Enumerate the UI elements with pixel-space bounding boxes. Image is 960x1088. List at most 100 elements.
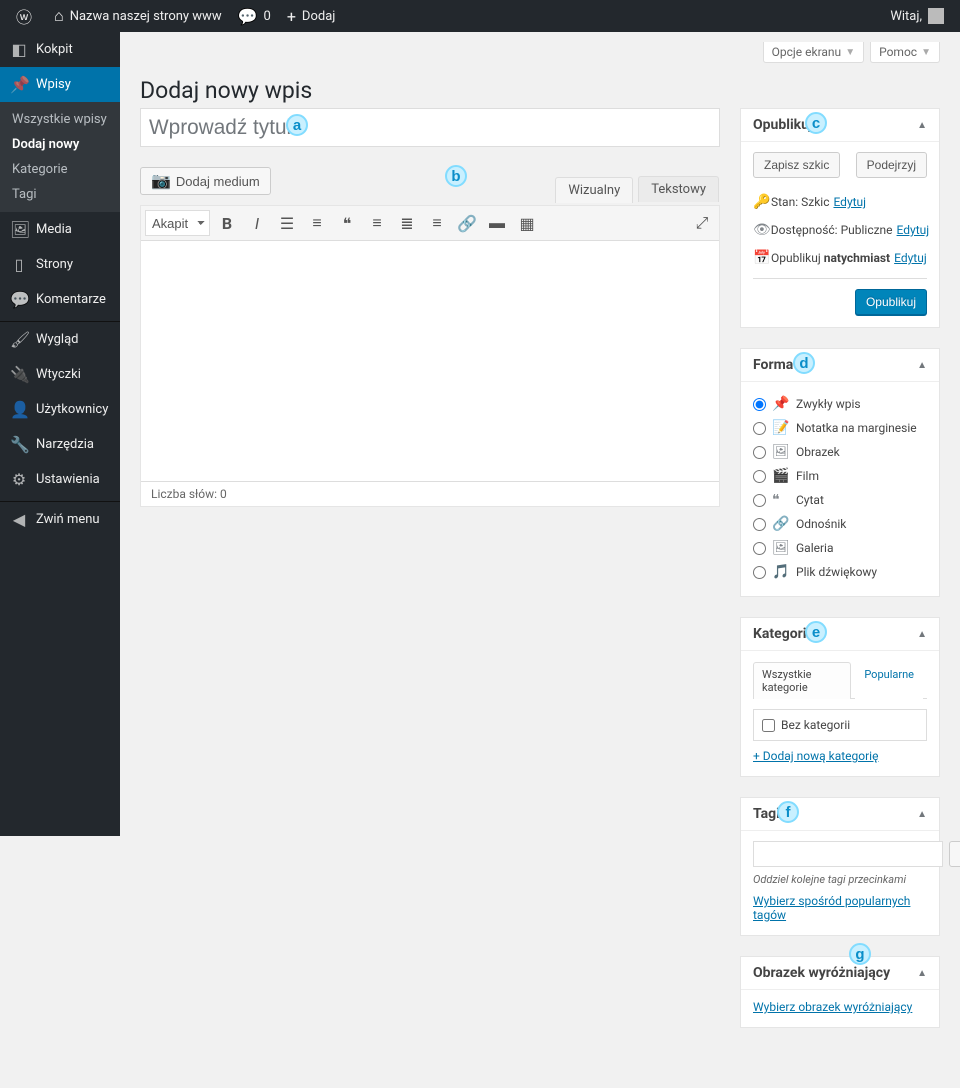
category-tab-popular[interactable]: Popularne [855, 662, 923, 699]
submenu-posts: Wszystkie wpisy Dodaj nowy Kategorie Tag… [0, 102, 120, 212]
chevron-down-icon: ▼ [845, 47, 855, 58]
category-tab-all[interactable]: Wszystkie kategorie [753, 662, 851, 699]
link-icon: 🔗 [772, 516, 790, 532]
format-radio-gallery[interactable] [753, 542, 766, 555]
add-new-link[interactable]: +Dodaj [279, 0, 344, 32]
menu-media[interactable]: 🖼Media [0, 212, 120, 247]
note-icon: 📝 [772, 420, 790, 436]
bullet-list-button[interactable]: ☰ [273, 209, 301, 237]
comment-icon: 💬 [10, 290, 28, 309]
editor-tab-text[interactable]: Tekstowy [638, 176, 719, 202]
more-button[interactable]: ▬ [483, 209, 511, 237]
menu-posts[interactable]: 📌Wpisy [0, 67, 120, 102]
fullscreen-button[interactable]: ⤢ [688, 209, 716, 237]
add-tag-button[interactable]: Dodaj [949, 841, 960, 867]
link-button[interactable]: 🔗 [453, 209, 481, 237]
callout-a: a [286, 114, 308, 136]
post-title-input[interactable] [140, 108, 720, 147]
menu-collapse[interactable]: ◀Zwiń menu [0, 502, 120, 537]
collapse-icon: ◀ [10, 510, 28, 529]
edit-schedule-link[interactable]: Edytuj [894, 251, 927, 265]
format-radio-audio[interactable] [753, 566, 766, 579]
tags-title[interactable]: Tagi▲ [741, 798, 939, 831]
submenu-categories[interactable]: Kategorie [0, 157, 120, 182]
submenu-tags[interactable]: Tagi [0, 182, 120, 207]
chevron-down-icon: ▼ [921, 47, 931, 58]
save-draft-button[interactable]: Zapisz szkic [753, 152, 840, 178]
image-icon: 🖼 [772, 444, 790, 460]
chevron-up-icon: ▲ [917, 968, 927, 979]
wp-logo[interactable]: ⓦ [8, 0, 46, 32]
pin-icon: 📌 [772, 396, 790, 412]
preview-button[interactable]: Podejrzyj [856, 152, 927, 178]
format-select[interactable]: Akapit [145, 210, 210, 236]
submenu-all-posts[interactable]: Wszystkie wpisy [0, 107, 120, 132]
editor-tab-visual[interactable]: Wizualny [555, 177, 633, 203]
add-media-button[interactable]: 📷Dodaj medium [140, 167, 271, 195]
menu-tools[interactable]: 🔧Narzędzia [0, 427, 120, 462]
format-radio-video[interactable] [753, 470, 766, 483]
chevron-up-icon: ▲ [917, 629, 927, 640]
category-checkbox[interactable] [762, 719, 775, 732]
admin-sidebar: ◧Kokpit 📌Wpisy Wszystkie wpisy Dodaj now… [0, 32, 120, 836]
page-icon: ▯ [10, 255, 28, 274]
set-featured-image-link[interactable]: Wybierz obrazek wyróżniający [753, 1000, 912, 1014]
visibility-row: 👁Dostępność: PubliczneEdytuj [753, 216, 927, 244]
menu-comments[interactable]: 💬Komentarze [0, 282, 120, 317]
audio-icon: 🎵 [772, 564, 790, 580]
greeting-link[interactable]: Witaj, [882, 0, 952, 32]
tag-input[interactable] [753, 841, 943, 867]
toolbar-toggle-button[interactable]: ▦ [513, 209, 541, 237]
menu-appearance[interactable]: 🖌Wygląd [0, 322, 120, 357]
submenu-add-new[interactable]: Dodaj nowy [0, 132, 120, 157]
align-center-button[interactable]: ≣ [393, 209, 421, 237]
callout-e: e [805, 621, 827, 643]
format-radio-image[interactable] [753, 446, 766, 459]
popular-tags-link[interactable]: Wybierz spośród popularnych tagów [753, 894, 927, 922]
user-icon: 👤 [10, 400, 28, 419]
menu-settings[interactable]: ⚙Ustawienia [0, 462, 120, 497]
number-list-button[interactable]: ≡ [303, 209, 331, 237]
dashboard-icon: ◧ [10, 40, 28, 59]
category-list: Bez kategorii [753, 709, 927, 741]
format-radio-quote[interactable] [753, 494, 766, 507]
quote-button[interactable]: ❝ [333, 209, 361, 237]
key-icon: 🔑 [753, 194, 771, 210]
add-category-link[interactable]: + Dodaj nową kategorię [753, 749, 878, 763]
menu-pages[interactable]: ▯Strony [0, 247, 120, 282]
italic-button[interactable]: I [243, 209, 271, 237]
align-right-button[interactable]: ≡ [423, 209, 451, 237]
status-row: 🔑Stan: SzkicEdytuj [753, 188, 927, 216]
sliders-icon: ⚙ [10, 470, 28, 489]
edit-status-link[interactable]: Edytuj [833, 195, 866, 209]
publish-title[interactable]: Opublikuj▲ [741, 109, 939, 142]
format-radio-standard[interactable] [753, 398, 766, 411]
comments-link[interactable]: 💬0 [230, 0, 279, 32]
publish-button[interactable]: Opublikuj [855, 289, 927, 315]
status-bar: Liczba słów: 0 [141, 481, 719, 506]
editor-body[interactable] [141, 241, 719, 481]
screen-options-button[interactable]: Opcje ekranu▼ [763, 42, 864, 63]
menu-dashboard[interactable]: ◧Kokpit [0, 32, 120, 67]
brush-icon: 🖌 [10, 330, 28, 349]
format-radio-link[interactable] [753, 518, 766, 531]
format-title[interactable]: Format▲ [741, 349, 939, 382]
align-left-button[interactable]: ≡ [363, 209, 391, 237]
bold-button[interactable]: B [213, 209, 241, 237]
menu-plugins[interactable]: 🔌Wtyczki [0, 357, 120, 392]
categories-title[interactable]: Kategorie▲ [741, 618, 939, 651]
help-button[interactable]: Pomoc▼ [870, 42, 940, 63]
site-name-link[interactable]: ⌂Nazwa naszej strony www [46, 0, 230, 32]
page-title: Dodaj nowy wpis [140, 68, 940, 108]
edit-visibility-link[interactable]: Edytuj [897, 223, 930, 237]
featured-title[interactable]: Obrazek wyróżniający▲ [741, 957, 939, 990]
eye-icon: 👁 [753, 222, 771, 238]
categories-box: Kategorie▲ e Wszystkie kategorie Popular… [740, 617, 940, 777]
format-radio-aside[interactable] [753, 422, 766, 435]
category-item[interactable]: Bez kategorii [762, 718, 918, 732]
format-box: Format▲ d 📌Zwykły wpis 📝Notatka na margi… [740, 348, 940, 597]
gallery-icon: 🖼 [772, 540, 790, 556]
pin-icon: 📌 [10, 75, 28, 94]
chevron-up-icon: ▲ [917, 360, 927, 371]
menu-users[interactable]: 👤Użytkownicy [0, 392, 120, 427]
